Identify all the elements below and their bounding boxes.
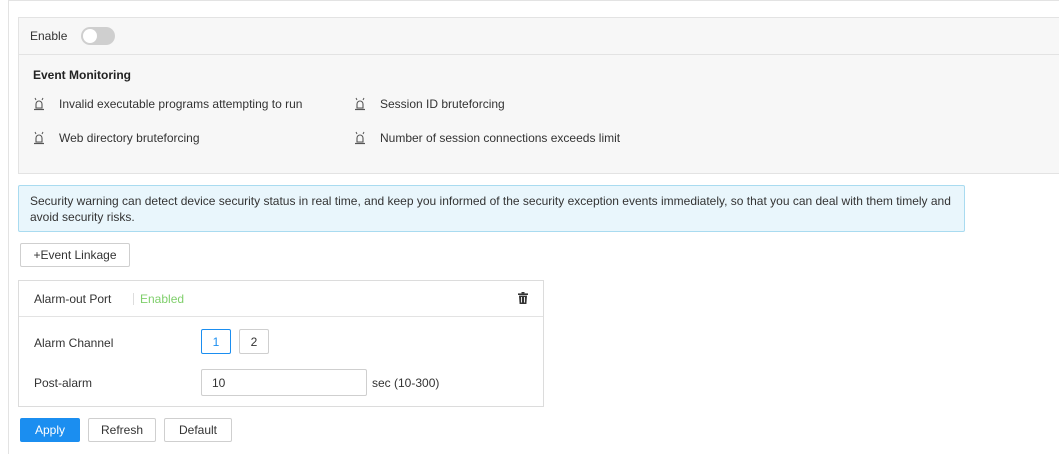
alarm-out-port-card: Alarm-out Port Enabled Alarm Channel 1 2… xyxy=(18,280,544,407)
alarm-light-icon xyxy=(355,131,365,145)
security-warning-panel: Enable Event Monitoring Invalid executab… xyxy=(18,17,1059,174)
frame-left-border xyxy=(8,0,9,454)
enable-toggle[interactable] xyxy=(81,27,116,45)
card-title: Alarm-out Port xyxy=(34,292,112,306)
apply-button[interactable]: Apply xyxy=(20,418,80,442)
alarm-channel-2-button[interactable]: 2 xyxy=(239,329,269,354)
alarm-light-icon xyxy=(34,97,44,111)
event-linkage-button[interactable]: +Event Linkage xyxy=(20,243,130,267)
alarm-light-icon xyxy=(34,131,44,145)
event-item-invalid-executable: Invalid executable programs attempting t… xyxy=(33,96,302,112)
enable-label: Enable xyxy=(30,29,68,43)
frame-top-border xyxy=(8,0,1059,1)
event-label: Web directory bruteforcing xyxy=(59,131,200,145)
refresh-button[interactable]: Refresh xyxy=(88,418,156,442)
alarm-channel-label: Alarm Channel xyxy=(34,336,114,350)
event-label: Session ID bruteforcing xyxy=(380,97,505,111)
info-message: Security warning can detect device secur… xyxy=(18,185,965,232)
toggle-knob xyxy=(83,29,98,43)
post-alarm-label: Post-alarm xyxy=(34,376,93,390)
event-item-web-directory: Web directory bruteforcing xyxy=(33,130,200,146)
status-badge: Enabled xyxy=(140,292,185,306)
alarm-light-icon xyxy=(355,97,365,111)
event-item-session-id: Session ID bruteforcing xyxy=(354,96,505,112)
event-label: Number of session connections exceeds li… xyxy=(380,131,621,145)
post-alarm-unit: sec (10-300) xyxy=(372,376,440,390)
event-monitoring-title: Event Monitoring xyxy=(33,68,131,82)
alarm-channel-1-button[interactable]: 1 xyxy=(201,329,231,354)
card-header: Alarm-out Port Enabled xyxy=(19,281,543,317)
title-separator xyxy=(133,293,134,305)
event-item-session-connections: Number of session connections exceeds li… xyxy=(354,130,620,146)
event-label: Invalid executable programs attempting t… xyxy=(59,97,303,111)
panel-divider xyxy=(19,54,1059,55)
enable-row: Enable xyxy=(30,27,116,45)
trash-icon[interactable] xyxy=(518,292,528,304)
post-alarm-input[interactable] xyxy=(201,369,367,396)
default-button[interactable]: Default xyxy=(164,418,232,442)
